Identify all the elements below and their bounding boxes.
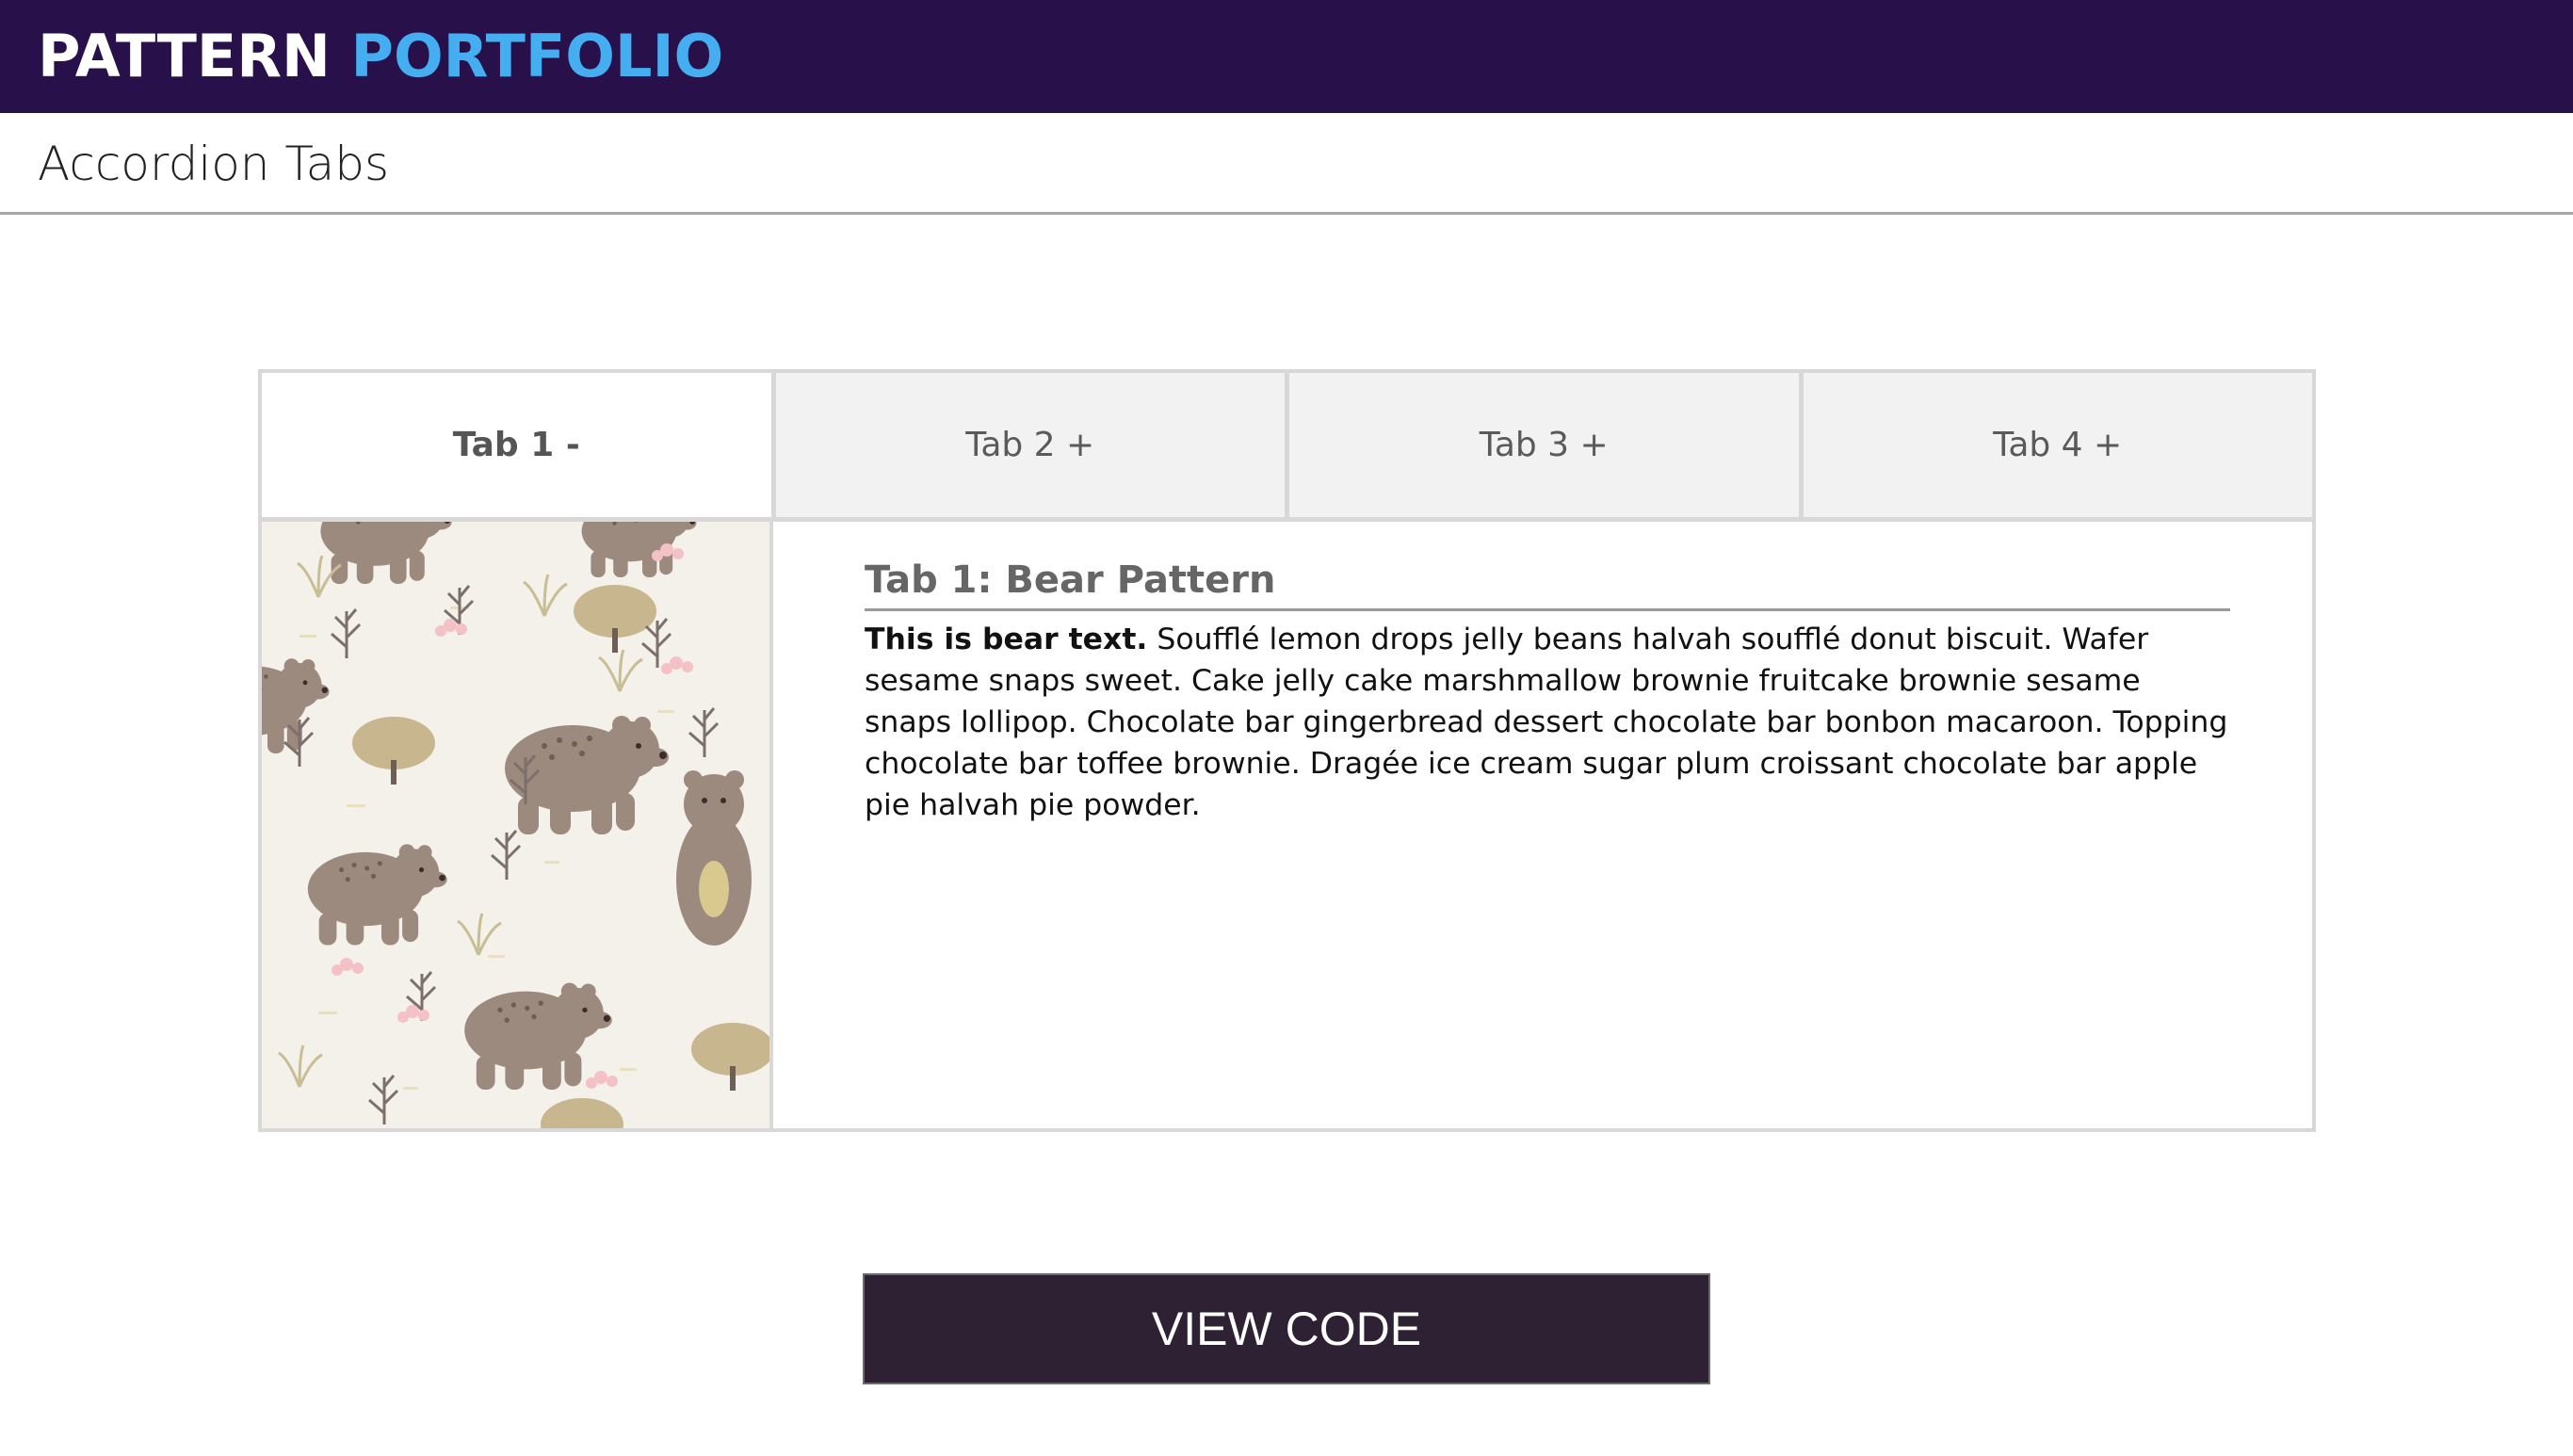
page-header: Accordion Tabs: [0, 113, 2573, 215]
page-title: Accordion Tabs: [38, 137, 390, 191]
top-bar: PATTERN PORTFOLIO: [0, 0, 2573, 113]
panel-body-bold: This is bear text.: [865, 623, 1148, 656]
panel-body: This is bear text. Soufflé lemon drops j…: [865, 619, 2230, 826]
brand-text-pattern: PATTERN: [38, 22, 331, 90]
bear-pattern-image: [262, 522, 773, 1128]
brand-logo[interactable]: PATTERN PORTFOLIO: [38, 21, 723, 92]
tab-list: Tab 1 - Tab 2 + Tab 3 + Tab 4 +: [262, 373, 2312, 522]
tab-panel-content: Tab 1: Bear Pattern This is bear text. S…: [865, 554, 2230, 826]
view-code-button[interactable]: VIEW CODE: [863, 1273, 1710, 1384]
accordion-tabs: Tab 1 - Tab 2 + Tab 3 + Tab 4 + Tab 1: B…: [258, 369, 2316, 1132]
tab-2[interactable]: Tab 2 +: [775, 373, 1289, 522]
tab-4[interactable]: Tab 4 +: [1803, 373, 2312, 522]
brand-text-portfolio: PORTFOLIO: [350, 22, 724, 90]
tab-1[interactable]: Tab 1 -: [262, 373, 776, 522]
panel-heading: Tab 1: Bear Pattern: [865, 554, 2230, 611]
tab-3[interactable]: Tab 3 +: [1289, 373, 1804, 522]
